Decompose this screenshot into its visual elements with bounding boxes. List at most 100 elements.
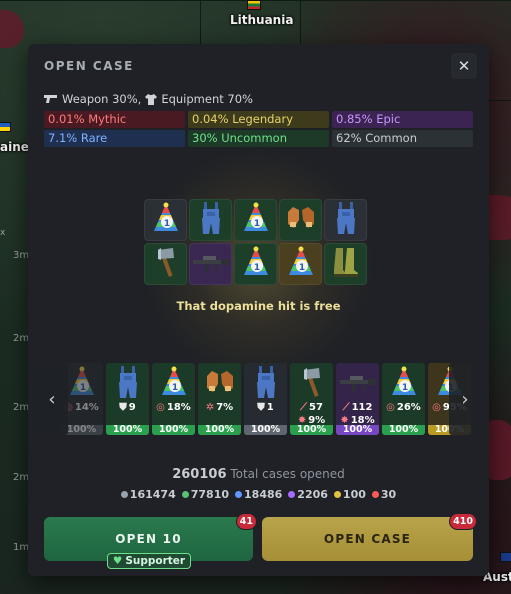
won-item-slot[interactable]: 1 [279, 243, 322, 285]
svg-text:1: 1 [171, 383, 177, 393]
shirt-icon [145, 93, 158, 105]
reel-item-card[interactable]: ⟋ 57 ✸ 9% 100% [290, 363, 333, 435]
svg-text:1: 1 [163, 219, 169, 229]
won-item-slot[interactable]: 1 [144, 199, 187, 241]
heart-icon: ♥ [112, 555, 123, 567]
item-quality-percent: 100% [290, 425, 333, 435]
reel-item-card[interactable]: ✲ 7% 100% [198, 363, 241, 435]
rarity-count-value: 2206 [297, 488, 328, 501]
rarity-dot-icon [288, 491, 296, 498]
party-hat-icon: 1 [382, 363, 425, 401]
item-stat: ⛊ 9 [119, 402, 136, 413]
item-quality-percent: 100% [198, 425, 241, 435]
total-cases-value: 260106 [172, 467, 227, 482]
rarity-count-value: 77810 [190, 488, 230, 501]
equipment-odds: Equipment 70% [161, 92, 253, 106]
reel-next-button[interactable]: › [449, 363, 481, 435]
rarity-count: 100 [333, 488, 366, 501]
rarity-dot-icon [371, 491, 379, 498]
overalls-icon [199, 201, 223, 239]
map-border [200, 0, 201, 44]
weapon-odds: Weapon 30%, [62, 92, 142, 106]
rarity-count: 18486 [235, 488, 282, 501]
chevron-right-icon: › [461, 388, 469, 410]
party-hat-icon: 1 [241, 246, 271, 282]
map-fragment-label: x [0, 228, 6, 238]
rarity-dot-icon [120, 491, 128, 498]
won-item-slot[interactable] [324, 243, 367, 285]
scale-label: 3m [13, 250, 30, 261]
rarity-count-value: 18486 [244, 488, 283, 501]
map-border [300, 0, 301, 44]
svg-text:1: 1 [253, 219, 259, 229]
item-quality-percent: 100% [382, 425, 425, 435]
svg-text:1: 1 [401, 383, 407, 393]
svg-text:1: 1 [253, 263, 259, 273]
chevron-left-icon: ‹ [48, 388, 56, 410]
item-quality-percent: 100% [244, 425, 287, 435]
australia-flag-icon [500, 552, 511, 562]
reel-item-card[interactable]: ⛊ 1 100% [244, 363, 287, 435]
flavor-text: That dopamine hit is free [176, 299, 341, 313]
overalls-icon [334, 201, 358, 239]
won-item-slot[interactable] [189, 199, 232, 241]
rifle-icon [336, 363, 379, 401]
rarity-count: 30 [371, 488, 397, 501]
reel-item-card[interactable]: 1 ◎ 26% 100% [382, 363, 425, 435]
reel-item-card[interactable]: ⛊ 9 100% [106, 363, 149, 435]
won-items-grid: 1 1 1 1 [144, 199, 367, 285]
rate-legendary: 0.04% Legendary [188, 111, 329, 128]
reel-prev-button[interactable]: ‹ [36, 363, 68, 435]
won-item-slot[interactable] [144, 243, 187, 285]
supporter-label: Supporter [125, 555, 186, 567]
item-stat: ⟋ 112 [342, 402, 373, 413]
scale-label: 1m [13, 542, 30, 553]
axe-icon [151, 246, 181, 282]
item-stat-value: 9 [128, 402, 136, 413]
won-item-slot[interactable]: 1 [234, 243, 277, 285]
supporter-badge: ♥ Supporter [107, 553, 191, 569]
reel-track: 1 ◎ 14% 100% ⛊ 9 100% 1 ◎ 18% 100% ✲ 7% 100% [60, 363, 471, 435]
map-border [489, 100, 511, 101]
open-case-modal: OPEN CASE ✕ Weapon 30%, Equipment 70% 0.… [28, 44, 489, 576]
party-hat-icon: 1 [152, 363, 195, 401]
boots-icon [331, 246, 361, 282]
open-case-button[interactable]: OPEN CASE 410 [262, 513, 477, 561]
gloves-icon [198, 363, 241, 401]
total-cases-opened: 260106 Total cases opened [28, 467, 489, 482]
item-stat: ✲ 7% [205, 402, 234, 413]
rarity-count: 161474 [120, 488, 176, 501]
item-stat-value: 7% [216, 402, 234, 413]
party-hat-icon: 1 [241, 202, 271, 238]
reel-item-card[interactable]: ⟋ 112 ✸ 18% 100% [336, 363, 379, 435]
rarity-count-value: 30 [380, 488, 397, 501]
party-hat-icon: 1 [151, 202, 181, 238]
open-10-count-badge: 41 [235, 513, 257, 530]
svg-text:1: 1 [79, 383, 85, 393]
rarity-count: 2206 [288, 488, 328, 501]
item-stat: ⛊ 1 [257, 402, 274, 413]
ukraine-flag-icon [0, 122, 11, 132]
map-label-ukraine: aine [0, 140, 29, 154]
item-stat-value: 26% [396, 402, 421, 413]
open-case-count-badge: 410 [449, 513, 477, 530]
rate-epic: 0.85% Epic [332, 111, 473, 128]
lithuania-flag-icon [247, 0, 261, 10]
overalls-icon [106, 363, 149, 401]
scale-label: 2m [13, 472, 30, 483]
item-stat: ◎ 26% [386, 402, 421, 413]
item-type-odds: Weapon 30%, Equipment 70% [44, 92, 253, 106]
scale-label: 2m [13, 402, 30, 413]
won-item-slot[interactable] [279, 199, 322, 241]
won-item-slot[interactable]: 1 [234, 199, 277, 241]
rarity-count-value: 161474 [129, 488, 176, 501]
won-item-slot[interactable] [324, 199, 367, 241]
open-10-label: OPEN 10 [115, 532, 182, 546]
close-button[interactable]: ✕ [451, 53, 477, 79]
won-item-slot[interactable] [189, 243, 232, 285]
total-cases-label: Total cases opened [230, 467, 345, 481]
rate-mythic: 0.01% Mythic [44, 111, 185, 128]
reel-item-card[interactable]: 1 ◎ 18% 100% [152, 363, 195, 435]
overalls-icon [244, 363, 287, 401]
item-reel: 1 ◎ 14% 100% ⛊ 9 100% 1 ◎ 18% 100% ✲ 7% 100% [34, 363, 483, 435]
